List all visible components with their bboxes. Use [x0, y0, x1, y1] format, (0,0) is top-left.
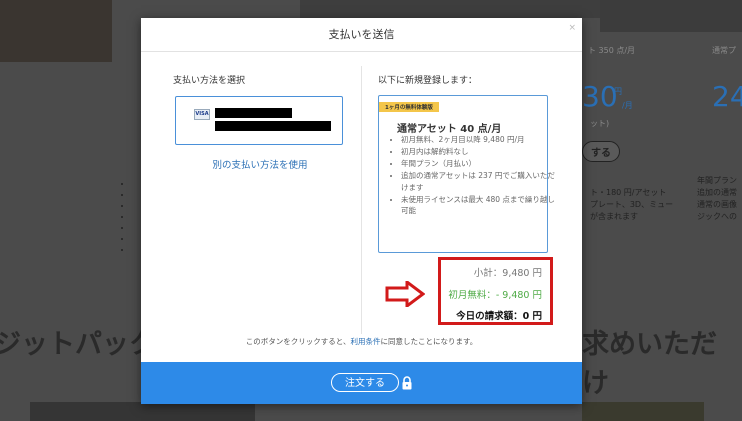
visa-card-icon: VISA: [194, 109, 210, 120]
agreement-suffix: に同意したことになります。: [380, 337, 478, 346]
background-photo-right: [600, 0, 742, 32]
plan-feature: 追加の通常アセットは 237 円でご購入いただけます: [401, 170, 557, 193]
close-icon[interactable]: ×: [568, 22, 576, 34]
column-divider: [361, 66, 362, 334]
plan-feature: 未使用ライセンスは最大 480 点まで繰り越し可能: [401, 194, 557, 217]
background-price-unit-1: 円: [614, 87, 622, 96]
background-heading-left: ジットパック: [0, 329, 156, 360]
background-photo-left: [0, 0, 112, 62]
agreement-text: このボタンをクリックすると、利用条件に同意したことになります。: [141, 336, 582, 347]
order-button[interactable]: 注文する: [331, 373, 399, 392]
background-list-a-3: が含まれます: [590, 212, 638, 221]
terms-link[interactable]: 利用条件: [350, 337, 380, 346]
background-photo-bottom-right: [582, 402, 704, 421]
background-list-b-1: 年間プラン: [697, 176, 737, 185]
plan-feature-list: 初月無料、2ヶ月目以降 9,480 円/月 初月内は解約料なし 年間プラン（月払…: [385, 134, 557, 217]
payment-method-heading: 支払い方法を選択: [173, 76, 246, 86]
price-summary-highlight: 小計：9,480 円 初月無料：- 9,480 円 今日の請求額：0 円: [438, 257, 553, 325]
background-price-label-1: ト 350 点/月: [588, 46, 636, 55]
today-total-value: 今日の請求額：0 円: [456, 311, 542, 322]
background-price-number-2: 24: [712, 80, 742, 113]
subtotal-value: 小計：9,480 円: [473, 268, 542, 279]
background-list-left: [122, 178, 132, 255]
background-price-number-1: 30: [582, 80, 618, 113]
background-buy-button[interactable]: する: [582, 141, 620, 162]
plan-feature: 初月内は解約料なし: [401, 146, 557, 158]
trial-badge: 1ヶ月の無料体験版: [379, 102, 439, 112]
background-price-sub-1: ット): [590, 119, 610, 128]
background-price-per-1: /月: [622, 101, 633, 110]
background-list-a-1: ト・180 円/アセット: [590, 188, 667, 197]
subscription-heading: 以下に新規登録します：: [378, 76, 478, 86]
payment-card-option[interactable]: VISA: [175, 96, 343, 145]
lock-icon: [402, 376, 412, 390]
alternate-payment-link[interactable]: 別の支払い方法を使用: [173, 157, 347, 171]
modal-title: 支払いを送信: [141, 18, 582, 52]
background-list-b-2: 追加の通常: [697, 188, 737, 197]
redacted-card-number: [215, 121, 331, 131]
redacted-card-name: [215, 108, 292, 118]
background-list-b-3: 通常の画像: [697, 200, 737, 209]
red-arrow-icon: [385, 281, 425, 307]
background-photo-bottom-left: [30, 402, 255, 421]
plan-feature: 年間プラン（月払い）: [401, 158, 557, 170]
agreement-prefix: このボタンをクリックすると、: [245, 337, 351, 346]
background-heading-right: 求めいただけ: [582, 329, 717, 399]
payment-modal: 支払いを送信 × 支払い方法を選択 VISA 別の支払い方法を使用 以下に新規登…: [141, 18, 582, 404]
plan-feature: 初月無料、2ヶ月目以降 9,480 円/月: [401, 134, 557, 146]
plan-name: 通常アセット 40 点/月: [397, 124, 502, 135]
background-list-b-4: ジックへの: [697, 212, 737, 221]
background-price-label-2: 通常プ: [712, 46, 736, 55]
background-list-a-2: プレート、3D、ミュー: [590, 200, 674, 209]
modal-footer: 注文する: [141, 362, 582, 404]
plan-summary-box: 1ヶ月の無料体験版 通常アセット 40 点/月 初月無料、2ヶ月目以降 9,48…: [378, 95, 555, 253]
discount-value: 初月無料：- 9,480 円: [448, 290, 542, 301]
background-photo-top-middle: [300, 0, 600, 18]
